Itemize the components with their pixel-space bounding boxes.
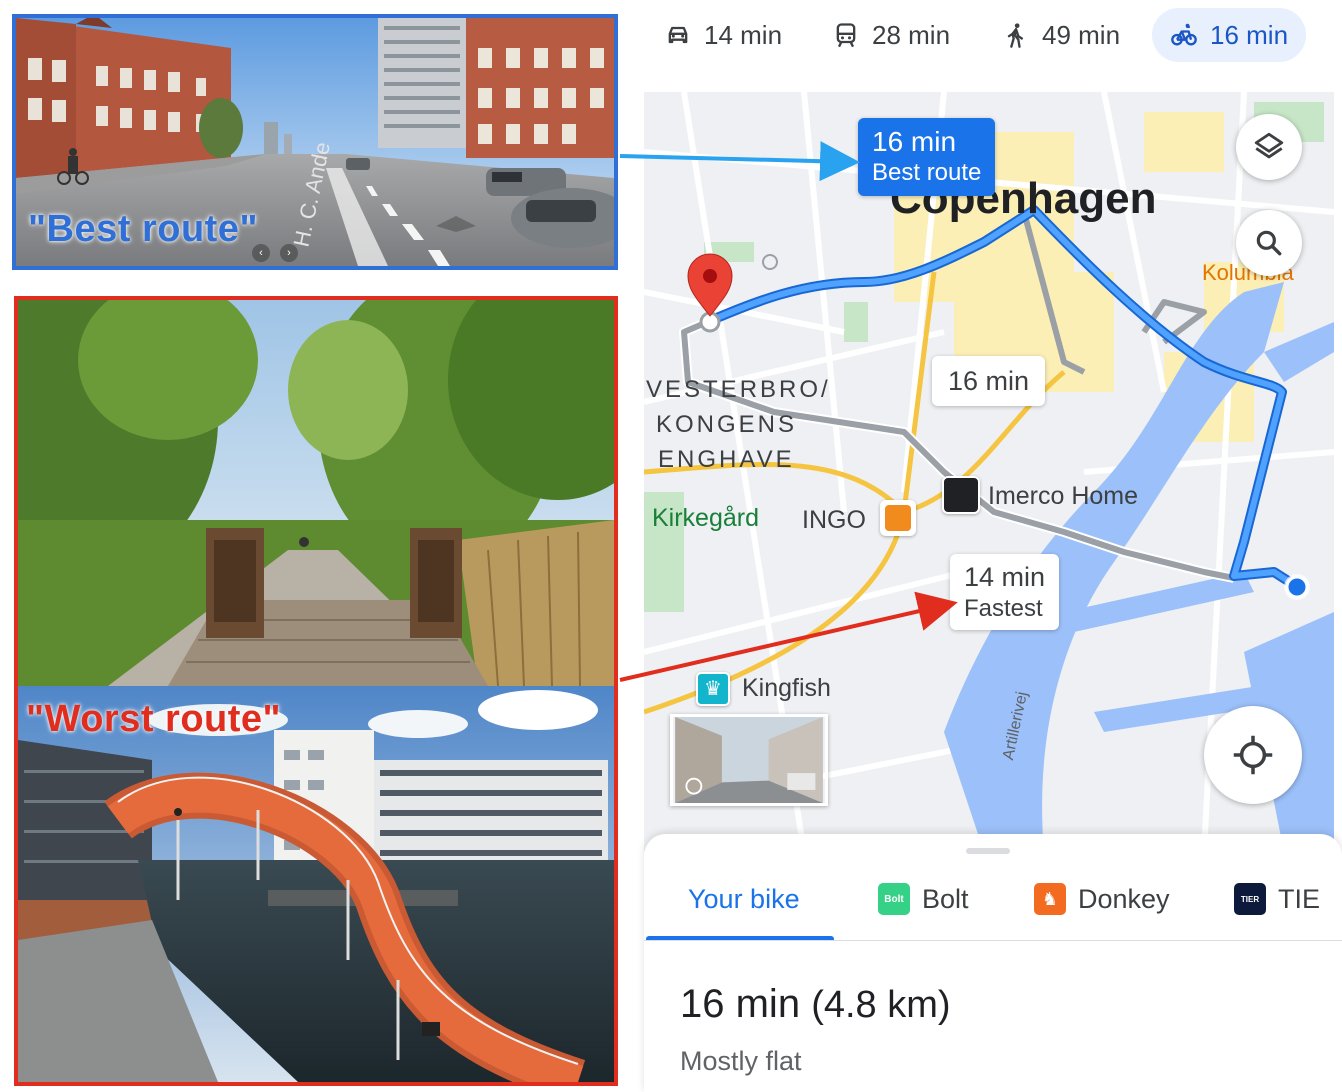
trip-duration: 16 min	[680, 982, 801, 1026]
locate-icon	[1233, 735, 1273, 775]
mode-transit-time: 28 min	[872, 19, 951, 50]
imerco-pin-icon[interactable]	[942, 476, 980, 514]
worst-route-caption: "Worst route"	[26, 698, 282, 740]
alternative-route-chip[interactable]: 16 min	[932, 356, 1046, 406]
tab-bolt-label: Bolt	[922, 883, 969, 914]
layers-button[interactable]	[1236, 114, 1302, 180]
tab-bolt[interactable]: Bolt Bolt	[878, 878, 969, 920]
donkey-logo-icon: ♞	[1034, 883, 1066, 915]
best-route-chip[interactable]: 16 min Best route	[858, 118, 996, 196]
tab-your-bike[interactable]: Your bike	[688, 878, 800, 920]
search-button[interactable]	[1236, 210, 1302, 276]
walk-icon	[1007, 23, 1023, 48]
alternative-route-time: 16 min	[948, 366, 1030, 396]
next-icon[interactable]: ›	[280, 244, 298, 262]
previous-icon[interactable]: ‹	[252, 244, 270, 262]
district-label: VESTERBRO/ KONGENS ENGHAVE	[646, 376, 831, 473]
search-icon	[1256, 230, 1282, 256]
fastest-route-note: Fastest	[964, 595, 1043, 622]
fastest-route-chip[interactable]: 14 min Fastest	[950, 554, 1060, 630]
tab-your-bike-label: Your bike	[688, 883, 800, 914]
best-route-caption: "Best route"	[28, 208, 258, 250]
my-location-button[interactable]	[1204, 706, 1302, 804]
best-route-street-photo: H. C. Ande "Best route" ‹ ›	[12, 14, 618, 270]
sheet-drag-handle[interactable]	[966, 848, 1010, 854]
tier-logo-icon: TIER	[1234, 883, 1266, 915]
map-view[interactable]: Copenhagen VESTERBRO/ KONGENS ENGHAVE Ki…	[644, 92, 1334, 852]
ingo-label: INGO	[802, 506, 866, 534]
best-route-note: Best route	[872, 159, 982, 186]
tab-donkey[interactable]: ♞ Donkey	[1034, 878, 1170, 920]
bike-icon	[1171, 23, 1197, 46]
mode-walk-time: 49 min	[1042, 19, 1121, 50]
comparison-screenshot: H. C. Ande "Best route" ‹ › "Worst route…	[0, 0, 1342, 1092]
mode-tab-transit[interactable]: 28 min	[818, 8, 964, 62]
trip-distance: (4.8 km)	[811, 984, 951, 1026]
tabs-divider	[644, 940, 1342, 941]
kirkegard-label: Kirkegård	[652, 504, 759, 532]
imerco-label: Imerco Home	[988, 482, 1139, 510]
transit-icon	[836, 23, 856, 48]
fastest-route-time: 14 min	[964, 562, 1046, 592]
car-icon	[668, 26, 688, 44]
tab-tier[interactable]: TIER TIE	[1234, 878, 1320, 920]
ingo-pin-icon[interactable]	[880, 500, 916, 536]
route-details-sheet[interactable]: Your bike Bolt Bolt ♞ Donkey TIER TIE 16…	[644, 834, 1342, 1092]
kingfish-label: Kingfish	[742, 674, 831, 702]
layers-icon	[1254, 132, 1284, 159]
crown-icon[interactable]: ♛	[696, 672, 730, 706]
best-route-time: 16 min	[872, 126, 957, 157]
trip-summary: 16 min (4.8 km)	[680, 982, 951, 1027]
street-view-thumbnail[interactable]	[670, 714, 828, 806]
tab-donkey-label: Donkey	[1078, 883, 1170, 914]
mode-tab-bike[interactable]: 16 min	[1152, 8, 1307, 62]
bridge-and-cycle-path-image	[18, 300, 614, 1082]
street-view-image	[675, 717, 823, 803]
mode-car-time: 14 min	[704, 19, 783, 50]
terrain-note: Mostly flat	[680, 1046, 802, 1076]
mode-tab-car[interactable]: 14 min	[650, 8, 796, 62]
bolt-logo-icon: Bolt	[878, 883, 910, 915]
mode-bike-time: 16 min	[1210, 19, 1289, 50]
tab-tier-label: TIE	[1278, 883, 1321, 914]
mode-tab-walk[interactable]: 49 min	[988, 8, 1134, 62]
worst-route-photo: "Worst route"	[14, 296, 618, 1086]
